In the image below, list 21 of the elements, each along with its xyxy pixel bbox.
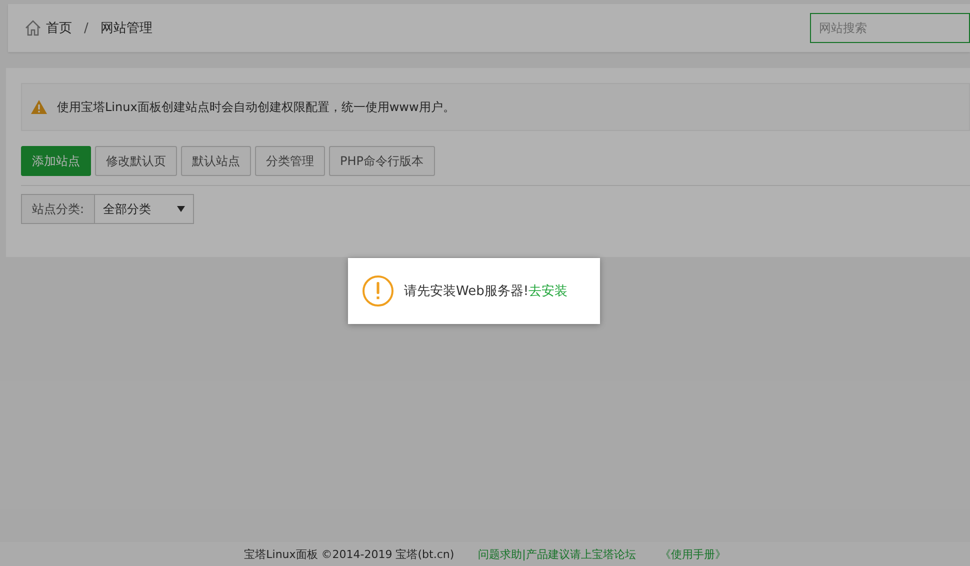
toolbar-button[interactable]: PHP命令行版本 bbox=[329, 146, 434, 176]
search-field[interactable]: 网站搜索 bbox=[810, 13, 970, 43]
toolbar-button[interactable]: 修改默认页 bbox=[95, 146, 177, 176]
dialog-message: 请先安装Web服务器! bbox=[404, 283, 529, 300]
copyright-text: 宝塔Linux面板 ©2014-2019 宝塔(bt.cn) bbox=[244, 546, 454, 562]
breadcrumb-separator: / bbox=[84, 20, 88, 36]
toolbar-button[interactable]: 分类管理 bbox=[255, 146, 325, 176]
caret-icon bbox=[177, 206, 186, 212]
home-icon bbox=[24, 19, 42, 37]
exclamation-icon bbox=[362, 275, 394, 307]
category-select[interactable]: 全部分类 bbox=[94, 194, 194, 224]
filter-label: 站点分类: bbox=[21, 194, 94, 224]
notice-text: 使用宝塔Linux面板创建站点时会自动创建权限配置，统一使用www用户。 bbox=[57, 98, 455, 116]
manual-link[interactable]: 《使用手册》 bbox=[660, 546, 726, 562]
add-site-button[interactable]: 添加站点 bbox=[21, 146, 91, 176]
breadcrumb-link[interactable]: 首页 bbox=[24, 19, 72, 37]
forum-link[interactable]: 问题求助|产品建议请上宝塔论坛 bbox=[478, 546, 636, 562]
install-link[interactable]: 去安装 bbox=[528, 282, 568, 300]
warning-icon bbox=[31, 100, 47, 114]
toolbar-button[interactable]: 默认站点 bbox=[181, 146, 251, 176]
breadcrumb-link[interactable]: 网站管理 bbox=[100, 19, 152, 37]
